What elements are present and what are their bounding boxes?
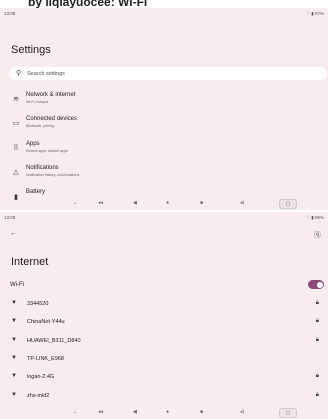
volume-down-icon[interactable]: ◂◂ — [98, 200, 103, 206]
page-title: Settings — [11, 44, 51, 56]
item-title: Connected devices — [26, 116, 78, 122]
network-name: logan-2.4G — [27, 374, 55, 380]
wifi-network-row[interactable]: ▼ logan-2.4G 🔒︎ — [0, 372, 328, 384]
wifi-network-row[interactable]: ▼ TP-LINK_E968 — [0, 354, 328, 366]
item-title: Network & internet — [26, 92, 76, 98]
volume-up-icon[interactable]: ◂) — [240, 409, 244, 415]
back-arrow-icon[interactable]: ← — [10, 230, 17, 237]
item-subtitle: Recent apps, default apps — [26, 148, 68, 153]
lock-icon: 🔒︎ — [315, 318, 319, 324]
search-bar[interactable]: ⚲ Search settings — [9, 67, 327, 80]
lock-icon: 🔒︎ — [315, 337, 319, 343]
network-name: HUAWEI_B311_D840 — [27, 338, 81, 344]
wifi-icon: ≋ — [13, 96, 19, 103]
wifi-toggle[interactable] — [308, 280, 324, 289]
status-bar: 13:08 ♡ ▮ 97% — [0, 8, 328, 19]
item-title: Apps — [26, 141, 40, 147]
network-name: zhs-mid2 — [27, 393, 50, 399]
status-time: 13:08 — [4, 11, 16, 16]
search-icon: ⚲ — [16, 70, 22, 77]
volume-up-icon[interactable]: ◂) — [240, 200, 244, 206]
wifi-signal-icon: ▼ — [11, 318, 17, 324]
wifi-signal-icon: ▼ — [11, 300, 17, 306]
chevron-down-icon[interactable]: ⌄ — [73, 200, 77, 206]
wifi-signal-icon: ▼ — [11, 355, 17, 361]
screenshot-icon[interactable]: ▢ — [279, 199, 297, 209]
devices-icon: ▭ — [12, 120, 20, 127]
wifi-network-row[interactable]: ▼ ChinaNet-Y44u 🔒︎ — [0, 317, 328, 329]
wifi-signal-icon: ▼ — [11, 373, 17, 379]
network-name: ChinaNet-Y44u — [27, 319, 65, 325]
network-name: TP-LINK_E968 — [27, 356, 64, 362]
wifi-label: Wi-Fi — [10, 282, 24, 288]
page-title: Internet — [11, 256, 49, 268]
wifi-signal-icon: ▼ — [11, 337, 17, 343]
screenshot-icon[interactable]: ▢ — [279, 408, 297, 418]
internet-screen: 13:08 ♡ ▮ 96% ← ⓠ Internet Wi-Fi ▼ 33445… — [0, 212, 328, 419]
recents-icon[interactable]: ■ — [200, 200, 203, 206]
wifi-network-row[interactable]: ▼ HUAWEI_B311_D840 🔒︎ — [0, 336, 328, 348]
settings-screen: 13:08 ♡ ▮ 97% Settings ⚲ Search settings… — [0, 8, 328, 210]
navigation-bar: ⌄ ◂◂ ◀ ● ■ ◂) ▢ — [0, 199, 328, 209]
back-icon[interactable]: ◀ — [133, 200, 137, 206]
apps-icon: ⠿ — [13, 145, 19, 152]
back-icon[interactable]: ◀ — [133, 409, 137, 415]
help-icon[interactable]: ⓠ — [314, 230, 321, 240]
bell-icon: △ — [13, 169, 19, 176]
wifi-network-row[interactable]: ▼ zhs-mid2 🔒︎ — [0, 391, 328, 403]
item-title: Notifications — [26, 165, 59, 171]
volume-down-icon[interactable]: ◂◂ — [98, 409, 103, 415]
item-subtitle: Notification history, conversations — [26, 172, 80, 177]
lock-icon: 🔒︎ — [315, 300, 319, 306]
network-name: 3344520 — [27, 301, 49, 307]
wifi-signal-icon: ▼ — [11, 392, 17, 398]
item-title: Battery — [26, 189, 46, 195]
home-icon[interactable]: ● — [166, 409, 169, 415]
chevron-down-icon[interactable]: ⌄ — [73, 409, 77, 415]
battery-status: ♡ ▮ 97% — [305, 11, 324, 16]
status-bar: 13:08 ♡ ▮ 96% — [0, 212, 328, 223]
wifi-network-row[interactable]: ▼ 3344520 🔒︎ — [0, 299, 328, 311]
recents-icon[interactable]: ■ — [200, 409, 203, 415]
search-placeholder: Search settings — [27, 70, 65, 77]
lock-icon: 🔒︎ — [315, 373, 319, 379]
toggle-knob — [316, 281, 323, 288]
item-subtitle: Bluetooth, pairing — [26, 123, 54, 128]
battery-status: ♡ ▮ 96% — [305, 215, 324, 220]
lock-icon: 🔒︎ — [315, 392, 319, 398]
status-time: 13:08 — [4, 215, 16, 220]
home-icon[interactable]: ● — [166, 200, 169, 206]
item-subtitle: Wi-Fi, hotspot — [26, 99, 49, 104]
navigation-bar: ⌄ ◂◂ ◀ ● ■ ◂) ▢ — [0, 408, 328, 418]
